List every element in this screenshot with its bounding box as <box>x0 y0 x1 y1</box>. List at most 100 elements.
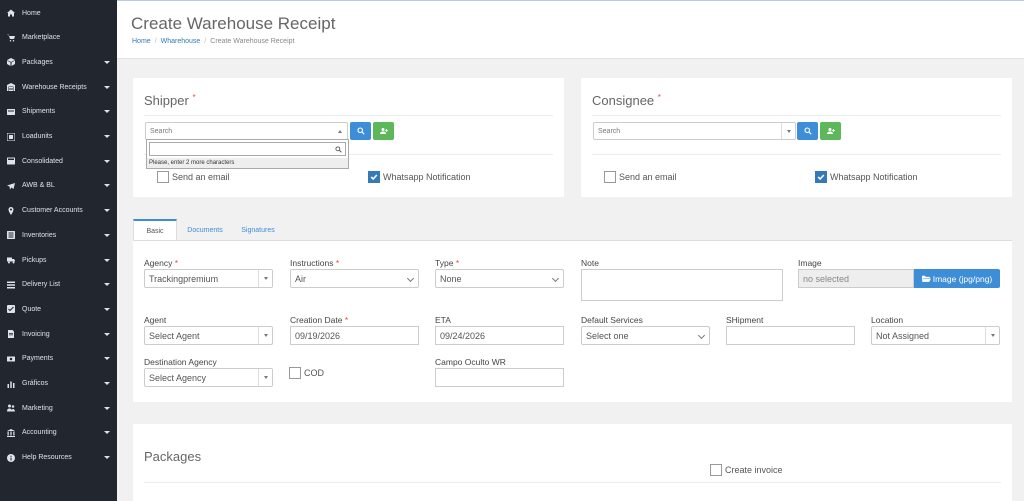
tab-documents[interactable]: Documents <box>180 219 230 241</box>
default-services-select[interactable]: Select one <box>581 326 710 345</box>
agency-select[interactable]: Trackingpremium <box>144 269 273 288</box>
caret-down-icon <box>258 327 272 344</box>
breadcrumb-home[interactable]: Home <box>132 38 151 45</box>
sidebar-item-marketing[interactable]: Marketing <box>0 396 117 420</box>
invoice-icon <box>0 330 22 339</box>
sidebar-item-packages[interactable]: Packages <box>0 50 117 74</box>
instructions-select[interactable]: Air <box>290 269 419 288</box>
checkbox-label: COD <box>304 368 324 378</box>
default-services-label: Default Services <box>581 315 643 325</box>
chevron-down-icon <box>406 274 415 283</box>
shipper-search-placeholder: Search <box>150 127 173 135</box>
sidebar-item-label: AWB & BL <box>22 182 55 190</box>
breadcrumb-wharehouse[interactable]: Wharehouse <box>161 38 201 45</box>
chevron-down-icon <box>781 123 795 139</box>
sidebar-item-gr-ficos[interactable]: Gráficos <box>0 372 117 396</box>
consignee-send-email-checkbox[interactable]: Send an email <box>604 171 677 183</box>
consignee-add-user-button[interactable] <box>820 122 841 140</box>
search-icon <box>803 127 812 135</box>
checkbox-box <box>710 464 722 476</box>
destination-agency-select[interactable]: Select Agency <box>144 368 273 387</box>
cod-checkbox[interactable]: COD <box>289 367 324 379</box>
checkbox-label: Send an email <box>172 172 230 182</box>
shipper-search-select[interactable]: Search <box>145 122 348 140</box>
type-label: Type * <box>435 258 460 268</box>
inventory-icon <box>0 231 22 240</box>
consignee-whatsapp-checkbox[interactable]: Whatsapp Notification <box>815 171 918 183</box>
location-value: Not Assigned <box>876 330 930 341</box>
sidebar-item-customer-accounts[interactable]: Customer Accounts <box>0 199 117 223</box>
list-icon <box>0 281 22 289</box>
sidebar-item-payments[interactable]: Payments <box>0 347 117 371</box>
sidebar-item-accounting[interactable]: Accounting <box>0 421 117 445</box>
tab-signatures[interactable]: Signatures <box>234 219 282 241</box>
sidebar-item-home[interactable]: Home <box>0 1 117 25</box>
breadcrumb: Home / Wharehouse / Create Warehouse Receipt <box>132 38 294 45</box>
type-value: None <box>440 273 462 284</box>
location-select[interactable]: Not Assigned <box>871 326 1000 345</box>
divider <box>592 115 1001 116</box>
destination-agency-value: Select Agency <box>149 372 207 383</box>
sidebar-item-marketplace[interactable]: Marketplace <box>0 26 117 50</box>
sidebar-item-label: Accounting <box>22 429 57 437</box>
sidebar-item-label: Packages <box>22 58 53 66</box>
search-icon <box>356 127 365 135</box>
agent-select[interactable]: Select Agent <box>144 326 273 345</box>
consolidated-icon <box>0 157 22 165</box>
sidebar-item-loadunits[interactable]: Loadunits <box>0 125 117 149</box>
consignee-search-placeholder: Search <box>598 127 621 135</box>
shipper-whatsapp-checkbox[interactable]: Whatsapp Notification <box>368 171 471 183</box>
shipment-label: SHipment <box>726 315 764 325</box>
sidebar-item-inventories[interactable]: Inventories <box>0 223 117 247</box>
sidebar-item-label: Customer Accounts <box>22 207 83 215</box>
caret-down-icon <box>97 135 117 138</box>
consignee-title: Consignee * <box>592 93 661 108</box>
shipper-search-button[interactable] <box>350 122 371 140</box>
caret-down-icon <box>97 159 117 163</box>
dropdown-message: Please, enter 2 more characters <box>147 158 348 168</box>
shipper-dropdown: Please, enter 2 more characters <box>146 139 349 169</box>
create-invoice-checkbox[interactable]: Create invoice <box>710 464 783 476</box>
agency-label: Agency * <box>144 258 179 268</box>
sidebar-item-shipments[interactable]: Shipments <box>0 100 117 124</box>
check-icon <box>817 174 825 181</box>
creation-date-input[interactable]: 09/19/2026 <box>290 326 419 345</box>
caret-down-icon <box>97 357 117 361</box>
sidebar-item-label: Warehouse Receipts <box>22 83 87 91</box>
caret-down-icon <box>97 85 117 89</box>
campo-oculto-input[interactable] <box>435 368 564 387</box>
breadcrumb-separator: / <box>204 38 207 45</box>
sidebar-item-delivery-list[interactable]: Delivery List <box>0 273 117 297</box>
sidebar-item-consolidated[interactable]: Consolidated <box>0 149 117 173</box>
sidebar-item-label: Marketplace <box>22 34 61 42</box>
divider <box>592 154 1001 155</box>
loadunit-icon <box>0 132 22 141</box>
caret-down-icon <box>97 60 117 64</box>
sidebar-item-pickups[interactable]: Pickups <box>0 248 117 272</box>
caret-down-icon <box>97 382 117 385</box>
eta-input[interactable]: 09/24/2026 <box>435 326 564 345</box>
sidebar-item-help-resources[interactable]: Help Resources <box>0 446 117 470</box>
consignee-search-select[interactable]: Search <box>593 122 796 140</box>
shipper-add-user-button[interactable] <box>373 122 394 140</box>
divider <box>144 115 553 116</box>
sidebar-item-label: Invoicing <box>22 330 50 338</box>
sidebar-item-warehouse-receipts[interactable]: Warehouse Receipts <box>0 75 117 99</box>
shipment-input[interactable] <box>726 326 855 345</box>
caret-down-icon <box>97 184 117 188</box>
eta-label: ETA <box>435 315 451 325</box>
shipper-send-email-checkbox[interactable]: Send an email <box>157 171 230 183</box>
sidebar-item-label: Pickups <box>22 256 47 264</box>
dropdown-search-input[interactable] <box>149 142 346 156</box>
consignee-search-button[interactable] <box>797 122 818 140</box>
caret-down-icon <box>97 258 117 262</box>
type-select[interactable]: None <box>435 269 564 288</box>
caret-down-icon <box>258 369 272 386</box>
note-textarea[interactable] <box>581 269 783 301</box>
tab-basic[interactable]: Basic <box>133 219 177 241</box>
image-upload-button[interactable]: Image (jpg/png) <box>914 269 1000 288</box>
sidebar-item-invoicing[interactable]: Invoicing <box>0 322 117 346</box>
sidebar-item-label: Gráficos <box>22 380 49 387</box>
sidebar-item-awb-bl[interactable]: AWB & BL <box>0 174 117 198</box>
sidebar-item-quote[interactable]: Quote <box>0 297 117 321</box>
